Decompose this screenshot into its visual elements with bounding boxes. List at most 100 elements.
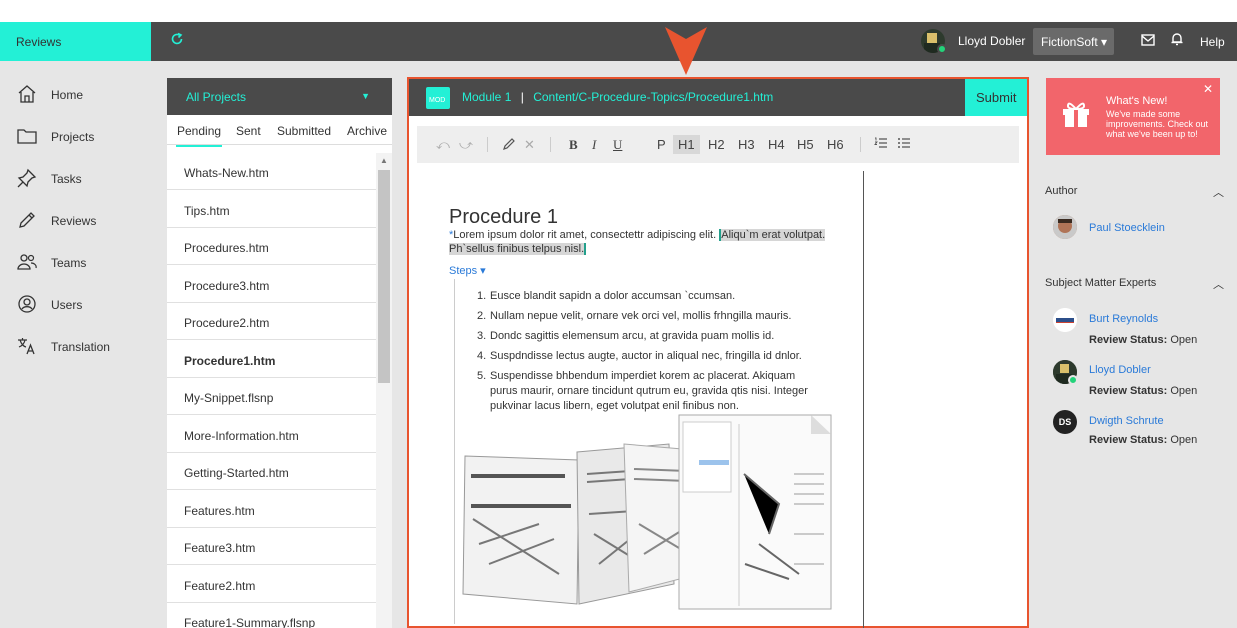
file-item-selected[interactable]: Procedure1.htm [167, 341, 376, 378]
steps-toggle[interactable]: Steps ▾ [449, 264, 486, 277]
nav-label: Home [51, 88, 84, 102]
heading1-button[interactable]: H1 [673, 135, 700, 154]
heading2-button[interactable]: H2 [708, 137, 725, 152]
heading6-button[interactable]: H6 [827, 137, 844, 152]
file-item[interactable]: My-Snippet.flsnp [167, 378, 376, 415]
online-status-dot [937, 44, 947, 54]
refresh-icon[interactable] [170, 32, 186, 48]
nav-item-tasks[interactable]: Tasks [0, 163, 151, 193]
left-nav: Home Projects Tasks Reviews Teams Users … [0, 61, 151, 628]
highlighter-icon[interactable] [502, 137, 516, 154]
tab-pending[interactable]: Pending [175, 124, 223, 147]
nav-label: Tasks [51, 172, 82, 186]
step-number: 3. [477, 330, 487, 342]
nav-item-translation[interactable]: Translation [0, 331, 151, 361]
step-number: 1. [477, 290, 487, 302]
file-item[interactable]: Feature1-Summary.flsnp [167, 603, 376, 628]
sme-section-title: Subject Matter Experts [1045, 277, 1157, 289]
intro-paragraph[interactable]: *Lorem ipsum dolor rit amet, consectettr… [449, 228, 829, 256]
online-status-dot [1068, 375, 1078, 385]
italic-button[interactable]: I [592, 137, 596, 153]
step-text: Nullam nepue velit, ornare vek orci vel,… [490, 310, 792, 322]
document-illustration[interactable] [459, 414, 834, 612]
step-number: 2. [477, 310, 487, 322]
file-item[interactable]: Getting-Started.htm [167, 453, 376, 490]
file-item[interactable]: Features.htm [167, 491, 376, 528]
module-icon: MOD [426, 87, 450, 109]
heading3-button[interactable]: H3 [738, 137, 755, 152]
company-dropdown[interactable]: FictionSoft ▾ [1033, 28, 1114, 55]
file-item[interactable]: Tips.htm [167, 191, 376, 228]
bell-icon[interactable] [1171, 32, 1183, 46]
nav-label: Users [51, 298, 83, 312]
nav-item-teams[interactable]: Teams [0, 247, 151, 277]
mail-icon[interactable] [1141, 34, 1155, 46]
tab-archive[interactable]: Archive [347, 124, 387, 138]
step-number: 5. [477, 370, 487, 382]
topic-path: Module 1 | Content/C-Procedure-Topics/Pr… [462, 90, 773, 104]
bold-button[interactable]: B [569, 137, 578, 153]
app-window: Reviews Lloyd Dobler FictionSoft ▾ Help … [0, 22, 1237, 628]
nav-item-users[interactable]: Users [0, 289, 151, 319]
clear-format-icon[interactable]: ✕ [524, 137, 535, 153]
sme-name[interactable]: Burt Reynolds [1089, 313, 1158, 325]
topic-editor: MOD Module 1 | Content/C-Procedure-Topic… [407, 77, 1029, 628]
user-name[interactable]: Lloyd Dobler [958, 34, 1025, 48]
heading5-button[interactable]: H5 [797, 137, 814, 152]
nav-label: Translation [51, 340, 110, 354]
close-icon[interactable]: ✕ [1203, 82, 1213, 96]
scroll-up-icon[interactable]: ▲ [380, 156, 388, 165]
sme-name[interactable]: Dwigth Schrute [1089, 415, 1164, 427]
nav-label: Reviews [51, 214, 97, 228]
bullet-list-icon[interactable] [897, 137, 911, 152]
nav-item-projects[interactable]: Projects [0, 121, 151, 151]
underline-button[interactable]: U [613, 137, 622, 153]
brand-reviews[interactable]: Reviews [0, 22, 151, 61]
user-circle-icon [17, 294, 37, 314]
project-file-list: All Projects ▼ Pending Sent Submitted Ar… [167, 78, 392, 628]
file-item[interactable]: Procedure2.htm [167, 303, 376, 340]
page-margin-line [863, 171, 864, 628]
pointer-arrow-icon [665, 27, 707, 75]
list-guide-line [454, 279, 455, 624]
file-item[interactable]: Procedure3.htm [167, 266, 376, 303]
status-value: Open [1170, 434, 1198, 446]
path-separator: | [520, 90, 524, 104]
collapse-caret-icon[interactable]: ︿ [1213, 184, 1224, 200]
intro-text: Lorem ipsum dolor rit amet, consectettr … [453, 229, 720, 241]
help-link[interactable]: Help [1200, 35, 1225, 49]
tab-sent[interactable]: Sent [236, 124, 261, 138]
document-canvas[interactable]: Procedure 1 *Lorem ipsum dolor rit amet,… [449, 171, 864, 628]
paragraph-button[interactable]: P [657, 137, 666, 152]
whats-new-banner[interactable]: What's New! We've made some improvements… [1046, 78, 1220, 155]
step-text: Suspdndisse lectus augte, auctor in aliq… [490, 350, 802, 362]
author-section-title: Author [1045, 185, 1078, 197]
collapse-caret-icon[interactable]: ︿ [1213, 276, 1224, 292]
scrollbar-thumb[interactable] [378, 170, 390, 383]
numbered-list-icon[interactable] [874, 137, 888, 152]
project-selector[interactable]: All Projects ▼ [167, 78, 392, 115]
sme-review-status: Review Status: Open [1089, 334, 1197, 346]
file-list-scrollbar[interactable]: ▲ [376, 153, 392, 628]
nav-label: Projects [51, 130, 95, 144]
file-item[interactable]: Whats-New.htm [167, 153, 376, 190]
topic-title[interactable]: Procedure 1 [449, 206, 558, 229]
step-text: Eusce blandit sapidn a dolor accumsan `c… [490, 290, 736, 302]
heading4-button[interactable]: H4 [768, 137, 785, 152]
file-item[interactable]: Procedures.htm [167, 228, 376, 265]
status-label: Review Status: [1089, 385, 1168, 397]
nav-item-home[interactable]: Home [0, 79, 151, 109]
tab-submitted[interactable]: Submitted [277, 124, 331, 138]
submit-button[interactable]: Submit [965, 79, 1027, 116]
author-name[interactable]: Paul Stoecklein [1089, 222, 1165, 234]
file-item[interactable]: More-Information.htm [167, 416, 376, 453]
sme-name[interactable]: Lloyd Dobler [1089, 364, 1151, 376]
whats-new-title: What's New! [1106, 95, 1168, 107]
redo-icon[interactable]: ⤻ [459, 137, 473, 153]
file-item[interactable]: Feature3.htm [167, 528, 376, 565]
home-icon [17, 84, 37, 104]
undo-icon[interactable]: ⤺ [436, 137, 450, 153]
nav-item-reviews[interactable]: Reviews [0, 205, 151, 235]
team-icon [17, 252, 37, 272]
file-item[interactable]: Feature2.htm [167, 566, 376, 603]
